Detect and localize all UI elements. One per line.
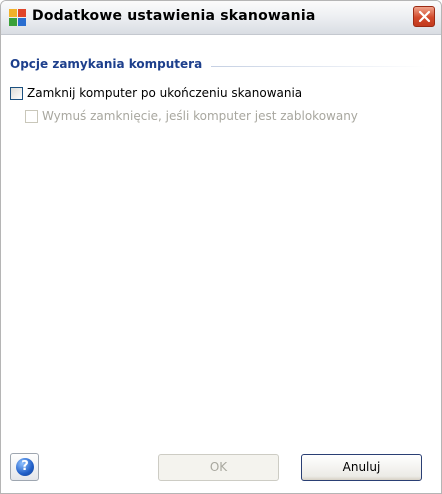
close-icon <box>418 10 431 23</box>
help-icon: ? <box>16 458 34 476</box>
ok-button: OK <box>158 454 279 481</box>
force-shutdown-option: Wymuś zamknięcie, jeśli komputer jest za… <box>25 109 358 123</box>
group-divider <box>211 66 426 67</box>
group-title: Opcje zamykania komputera <box>10 57 203 71</box>
window-title: Dodatkowe ustawienia skanowania <box>32 8 316 24</box>
app-icon <box>9 9 26 26</box>
title-bar[interactable]: Dodatkowe ustawienia skanowania <box>1 1 441 35</box>
help-button[interactable]: ? <box>10 453 39 481</box>
cancel-button[interactable]: Anuluj <box>301 454 422 481</box>
force-shutdown-label: Wymuś zamknięcie, jeśli komputer jest za… <box>42 109 358 123</box>
dialog-window: Dodatkowe ustawienia skanowania Opcje za… <box>0 0 442 494</box>
force-shutdown-checkbox <box>25 109 38 123</box>
dialog-content: Opcje zamykania komputera Zamknij komput… <box>1 35 441 493</box>
shutdown-after-scan-label: Zamknij komputer po ukończeniu skanowani… <box>27 86 303 100</box>
shutdown-after-scan-option[interactable]: Zamknij komputer po ukończeniu skanowani… <box>10 86 302 100</box>
close-button[interactable] <box>413 6 435 27</box>
shutdown-after-scan-checkbox[interactable] <box>10 86 23 100</box>
